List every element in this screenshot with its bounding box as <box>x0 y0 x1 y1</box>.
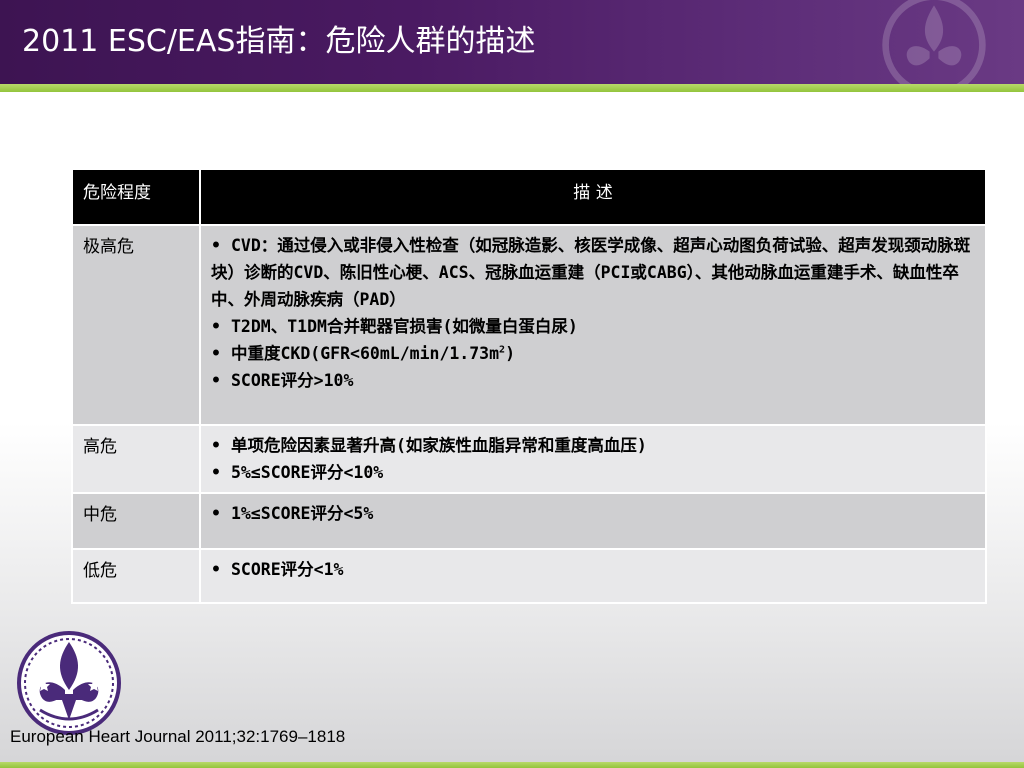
bottom-accent-line <box>0 762 1024 768</box>
item-text: SCORE评分<1% <box>231 560 344 579</box>
table-header-row: 危险程度 描 述 <box>71 168 987 226</box>
description-cell: • 单项危险因素显著升高(如家族性血脂异常和重度高血压) • 5%≤SCORE评分<… <box>199 424 987 494</box>
item-suffix: ) <box>505 344 516 363</box>
table-row: 极高危 • CVD：通过侵入或非侵入性检查（如冠脉造影、核医学成像、超声心动图负荷… <box>71 224 987 426</box>
risk-level-cell: 低危 <box>71 548 201 604</box>
bullet: • <box>211 371 221 390</box>
risk-level-cell: 中危 <box>71 492 201 550</box>
list-item: • SCORE评分<1% <box>211 556 975 583</box>
list-item: • 5%≤SCORE评分<10% <box>211 459 975 486</box>
bullet: • <box>211 560 221 579</box>
table-row: 高危 • 单项危险因素显著升高(如家族性血脂异常和重度高血压) • 5%≤SCORE… <box>71 424 987 494</box>
list-item: • 单项危险因素显著升高(如家族性血脂异常和重度高血压) <box>211 432 975 459</box>
table-row: 低危 • SCORE评分<1% <box>71 548 987 604</box>
list-item: • 1%≤SCORE评分<5% <box>211 500 975 527</box>
header-description: 描 述 <box>199 168 987 226</box>
item-text: CVD：通过侵入或非侵入性检查（如冠脉造影、核医学成像、超声心动图负荷试验、超声… <box>211 236 971 309</box>
title-bar: 2011 ESC/EAS指南：危险人群的描述 <box>0 0 1024 84</box>
fleur-de-lis-emblem-icon <box>17 631 121 735</box>
risk-level-cell: 极高危 <box>71 224 201 426</box>
item-text: SCORE评分>10% <box>231 371 354 390</box>
slide-title: 2011 ESC/EAS指南：危险人群的描述 <box>22 24 536 59</box>
bullet: • <box>211 436 221 455</box>
citation: European Heart Journal 2011;32:1769–1818 <box>10 727 346 746</box>
list-item: • CVD：通过侵入或非侵入性检查（如冠脉造影、核医学成像、超声心动图负荷试验、超… <box>211 232 975 313</box>
risk-level-cell: 高危 <box>71 424 201 494</box>
bullet: • <box>211 344 221 363</box>
table-row: 中危 • 1%≤SCORE评分<5% <box>71 492 987 550</box>
bullet: • <box>211 317 221 336</box>
fleur-de-lis-watermark-icon <box>882 0 986 84</box>
description-cell: • 1%≤SCORE评分<5% <box>199 492 987 550</box>
description-cell: • CVD：通过侵入或非侵入性检查（如冠脉造影、核医学成像、超声心动图负荷试验、超… <box>199 224 987 426</box>
list-item: • 中重度CKD(GFR<60mL/min/1.73m2) <box>211 340 975 367</box>
list-item: • SCORE评分>10% <box>211 367 975 394</box>
bullet: • <box>211 504 221 523</box>
item-text: 单项危险因素显著升高(如家族性血脂异常和重度高血压) <box>231 436 647 455</box>
item-text: 5%≤SCORE评分<10% <box>231 463 384 482</box>
item-text: 1%≤SCORE评分<5% <box>231 504 374 523</box>
list-item: • T2DM、T1DM合并靶器官损害(如微量白蛋白尿) <box>211 313 975 340</box>
bullet: • <box>211 463 221 482</box>
description-cell: • SCORE评分<1% <box>199 548 987 604</box>
risk-table: 危险程度 描 述 极高危 • CVD：通过侵入或非侵入性检查（如冠脉造影、核医学成… <box>71 168 987 604</box>
accent-divider <box>0 84 1024 92</box>
header-risk-level: 危险程度 <box>71 168 201 226</box>
item-text: 中重度CKD(GFR<60mL/min/1.73m <box>231 344 500 363</box>
item-text: T2DM、T1DM合并靶器官损害(如微量白蛋白尿) <box>231 317 578 336</box>
bullet: • <box>211 236 221 255</box>
